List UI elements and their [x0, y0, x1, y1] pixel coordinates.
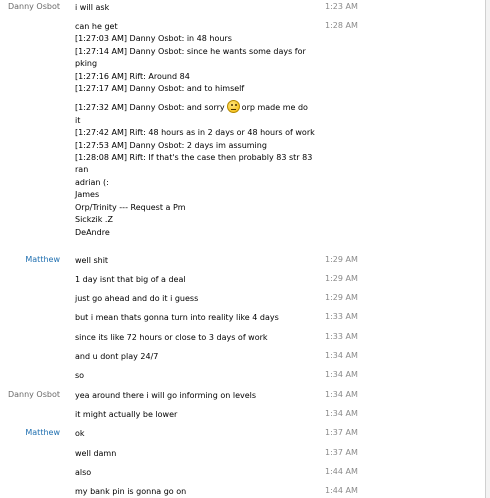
- message-line: and u dont play 24/7: [75, 352, 159, 361]
- timestamp: 1:44 AM: [325, 467, 358, 476]
- message-line: DeAndre: [75, 227, 110, 237]
- sender-name: Matthew: [25, 255, 60, 264]
- timestamp: 1:34 AM: [325, 409, 358, 418]
- message-text[interactable]: 1 day isnt that big of a deal: [75, 274, 315, 286]
- message-line-part: orp made me do: [241, 103, 308, 113]
- message-line: adrian (:: [75, 177, 109, 187]
- message-line: just go ahead and do it i guess: [75, 294, 199, 303]
- message-line: so: [75, 371, 85, 380]
- message-line: it: [75, 115, 81, 125]
- message-text[interactable]: since its like 72 hours or close to 3 da…: [75, 332, 315, 344]
- sender-name: Danny Osbot: [7, 2, 60, 11]
- message-line: ok: [75, 429, 85, 438]
- message-text[interactable]: just go ahead and do it i guess: [75, 293, 315, 305]
- timestamp: 1:29 AM: [325, 293, 358, 302]
- message-line: pking: [75, 59, 98, 69]
- message-line: my bank pin is gonna go on: [75, 487, 187, 496]
- message-line: well damn: [75, 449, 117, 458]
- message-line: well shit: [75, 256, 109, 265]
- sender-name: Matthew: [25, 428, 60, 437]
- message-line: it might actually be lower: [75, 410, 178, 419]
- timestamp: 1:34 AM: [325, 370, 358, 379]
- message-line: since its like 72 hours or close to 3 da…: [75, 333, 268, 342]
- message-line: James: [75, 190, 100, 200]
- timestamp: 1:37 AM: [325, 448, 358, 457]
- timestamp: 1:33 AM: [325, 312, 358, 321]
- message-line: [1:28:08 AM] Rift: If that's the case th…: [75, 153, 313, 163]
- message-line: yea around there i will go informing on …: [75, 391, 257, 400]
- timestamp: 1:29 AM: [325, 274, 358, 283]
- message-text[interactable]: ok: [75, 428, 315, 440]
- message-line: ran: [75, 165, 89, 175]
- window-right-edge: [485, 0, 490, 498]
- message-text[interactable]: well shit: [75, 255, 315, 267]
- timestamp: 1:28 AM: [325, 21, 358, 30]
- message-text[interactable]: and u dont play 24/7: [75, 351, 315, 363]
- message-line: can he get: [75, 22, 118, 31]
- timestamp: 1:44 AM: [325, 486, 358, 495]
- timestamp: 1:23 AM: [325, 2, 358, 11]
- sad-face-emoji-icon: [226, 100, 240, 114]
- message-text[interactable]: yea around there i will go informing on …: [75, 390, 315, 402]
- sender-name: Danny Osbot: [7, 390, 60, 399]
- message-line: Orp/Trinity --- Request a Pm: [75, 202, 186, 212]
- timestamp: 1:33 AM: [325, 332, 358, 341]
- message-text[interactable]: can he get [1:27:03 AM] Danny Osbot: in …: [75, 21, 315, 239]
- message-text[interactable]: my bank pin is gonna go on: [75, 486, 315, 498]
- message-text[interactable]: but i mean thats gonna turn into reality…: [75, 312, 315, 324]
- chat-history: Danny Osbot i will ask 1:23 AM can he ge…: [0, 0, 490, 498]
- message-line: [1:27:42 AM] Rift: 48 hours as in 2 days…: [75, 128, 315, 138]
- message-text[interactable]: it might actually be lower: [75, 409, 315, 421]
- timestamp: 1:34 AM: [325, 351, 358, 360]
- message-line: also: [75, 468, 92, 477]
- timestamp: 1:37 AM: [325, 428, 358, 437]
- message-text[interactable]: also: [75, 467, 315, 479]
- message-line-part: [1:27:32 AM] Danny Osbot: and sorry: [75, 103, 225, 113]
- message-text[interactable]: well damn: [75, 448, 315, 460]
- timestamp: 1:34 AM: [325, 390, 358, 399]
- message-line: [1:27:17 AM] Danny Osbot: and to himself: [75, 84, 245, 94]
- message-line: Sickzik .Z: [75, 215, 113, 225]
- message-line: [1:27:16 AM] Rift: Around 84: [75, 71, 190, 81]
- message-line: i will ask: [75, 3, 110, 12]
- message-text[interactable]: i will ask: [75, 2, 315, 14]
- message-line: [1:27:03 AM] Danny Osbot: in 48 hours: [75, 34, 232, 44]
- message-line: [1:27:53 AM] Danny Osbot: 2 days im assu…: [75, 140, 267, 150]
- message-line: but i mean thats gonna turn into reality…: [75, 313, 279, 322]
- timestamp: 1:29 AM: [325, 255, 358, 264]
- message-line: [1:27:14 AM] Danny Osbot: since he wants…: [75, 46, 306, 56]
- message-line: [1:27:32 AM] Danny Osbot: and sorry orp m…: [75, 100, 315, 114]
- message-line: 1 day isnt that big of a deal: [75, 275, 186, 284]
- message-text[interactable]: so: [75, 370, 315, 382]
